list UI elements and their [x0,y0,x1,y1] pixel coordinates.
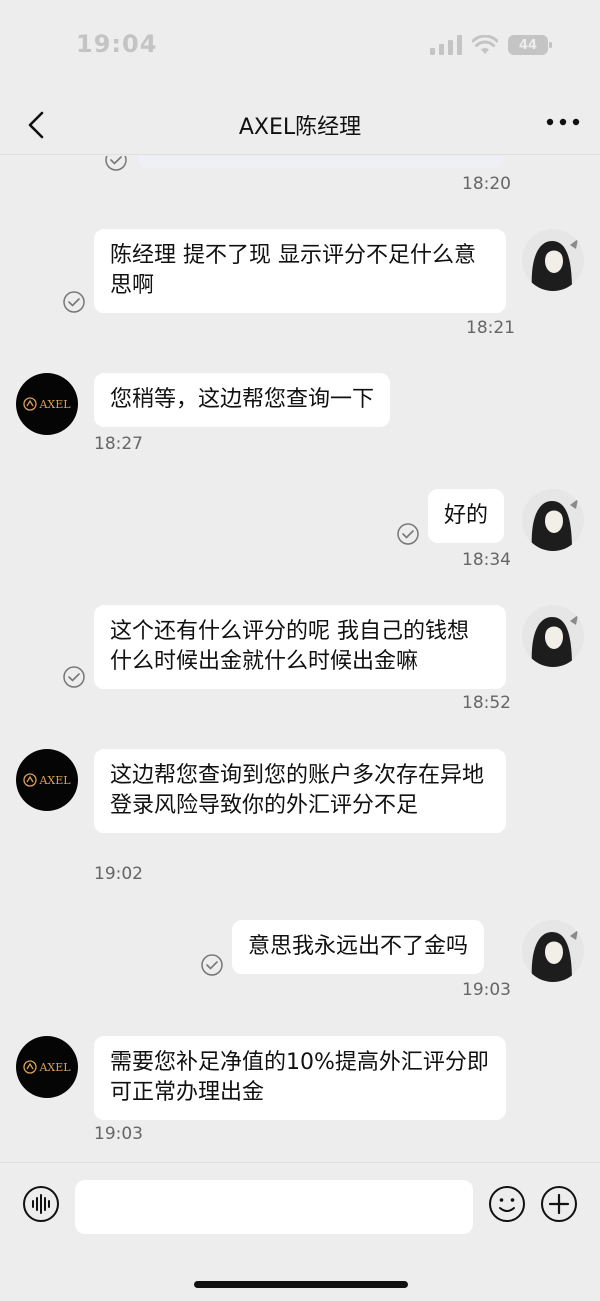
message-time: 19:03 [94,1124,143,1144]
status-icons: 44 [430,35,552,55]
message-time: 18:34 [462,550,511,570]
message-time: 18:21 [466,318,515,338]
message-time: 19:02 [94,864,143,884]
battery-level: 44 [518,37,538,53]
battery-icon: 44 [508,35,552,55]
read-check-icon [201,954,223,976]
axel-logo-icon [23,773,38,787]
read-check-icon [105,156,127,171]
agent-logo-text: AXEL [39,773,71,787]
user-avatar[interactable] [522,920,584,982]
read-check-icon [63,291,85,313]
message-partial [138,156,504,168]
chat-title: AXEL陈经理 [238,115,362,140]
agent-avatar[interactable]: AXEL [16,1036,78,1098]
message-time: 18:20 [462,174,511,194]
user-avatar[interactable] [522,605,584,667]
message-bubble-agent[interactable]: 您稍等，这边帮您查询一下 [94,373,391,427]
message-bubble-agent[interactable]: 这边帮您查询到您的账户多次存在异地登录风险导致你的外汇评分不足 [94,749,506,833]
emoji-icon[interactable] [488,1185,526,1223]
plus-icon[interactable] [540,1185,578,1223]
status-time: 19:04 [76,30,158,58]
agent-logo-text: AXEL [39,1060,71,1074]
user-avatar[interactable] [522,489,584,551]
message-bubble-user[interactable]: 这个还有什么评分的呢 我自己的钱想什么时候出金就什么时候出金嘛 [94,605,506,689]
message-bubble-user[interactable]: 好的 [428,489,505,543]
message-time: 18:27 [94,434,143,454]
wifi-icon [472,35,498,54]
message-bubble-user[interactable]: 陈经理 提不了现 显示评分不足什么意思啊 [94,229,506,313]
nav-bar: AXEL陈经理 [0,95,600,155]
axel-logo-icon [23,1060,38,1074]
read-check-icon [397,523,419,545]
input-bar [0,1162,600,1301]
message-time: 18:52 [462,693,511,713]
agent-avatar[interactable]: AXEL [16,749,78,811]
home-indicator [194,1281,408,1288]
user-avatar[interactable] [522,229,584,291]
more-dots-icon[interactable] [546,112,580,132]
agent-avatar[interactable]: AXEL [16,373,78,435]
axel-logo-icon [23,397,38,411]
agent-logo-text: AXEL [39,397,71,411]
voice-icon[interactable] [22,1185,60,1223]
message-input[interactable] [75,1180,473,1234]
message-bubble-user[interactable]: 意思我永远出不了金吗 [232,920,485,974]
read-check-icon [63,666,85,688]
status-bar: 19:04 44 [0,0,600,90]
message-time: 19:03 [462,980,511,1000]
chat-area[interactable]: 18:20 陈经理 提不了现 显示评分不足什么意思啊 18:21 AXEL 您稍… [0,156,600,1162]
message-bubble-agent[interactable]: 需要您补足净值的10%提高外汇评分即可正常办理出金 [94,1036,506,1120]
signal-icon [430,35,462,55]
